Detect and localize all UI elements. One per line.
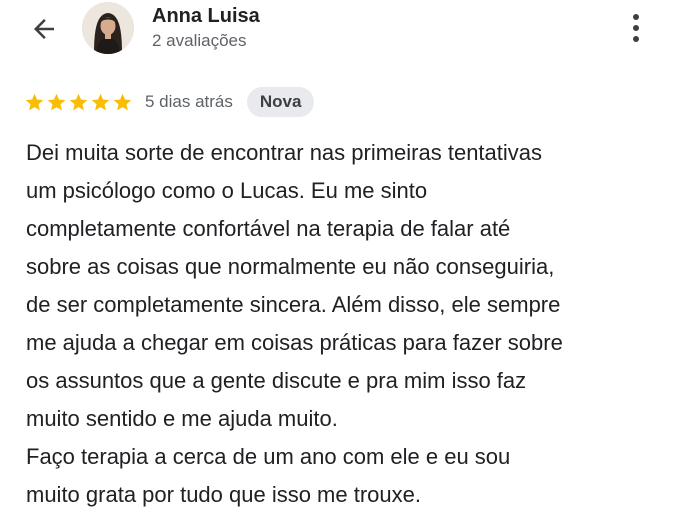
star-icon	[113, 93, 132, 110]
review-text-line: muito grata por tudo que isso me trouxe.	[26, 482, 421, 507]
review-text-line: muito sentido e me ajuda muito.	[26, 406, 338, 431]
review-text-line: Dei muita sorte de encontrar nas primeir…	[26, 140, 543, 165]
reviewer-name[interactable]: Anna Luisa	[152, 5, 260, 28]
star-rating	[24, 92, 133, 113]
star-icon	[91, 93, 110, 110]
review-text-line: os assuntos que a gente discute e pra mi…	[26, 368, 527, 393]
review-text-line: completamente confortável na terapia de …	[26, 216, 511, 241]
review-text-line: de ser completamente sincera. Além disso…	[26, 292, 561, 317]
user-avatar-photo	[82, 2, 134, 54]
more-options-button[interactable]	[620, 8, 652, 48]
star-icon	[25, 93, 44, 110]
review-meta: 5 dias atrás Nova	[24, 86, 315, 118]
review-header: Anna Luisa 2 avaliações	[0, 0, 680, 60]
star-icon	[47, 93, 66, 110]
star-icon	[69, 93, 88, 110]
more-vert-icon	[633, 14, 639, 42]
review-text: Dei muita sorte de encontrar nas primeir…	[26, 134, 666, 514]
back-button[interactable]	[24, 9, 64, 49]
avatar[interactable]	[82, 2, 134, 54]
review-text-line: Faço terapia a cerca de um ano com ele e…	[26, 444, 511, 469]
reviewer-review-count: 2 avaliações	[152, 31, 247, 50]
review-text-line: me ajuda a chegar em coisas práticas par…	[26, 330, 563, 355]
review-text-line: sobre as coisas que normalmente eu não c…	[26, 254, 555, 279]
new-badge: Nova	[246, 87, 315, 117]
arrow-back-icon	[34, 19, 54, 39]
review-time: 5 dias atrás	[145, 92, 233, 111]
review-text-line: um psicólogo como o Lucas. Eu me sinto	[26, 178, 428, 203]
